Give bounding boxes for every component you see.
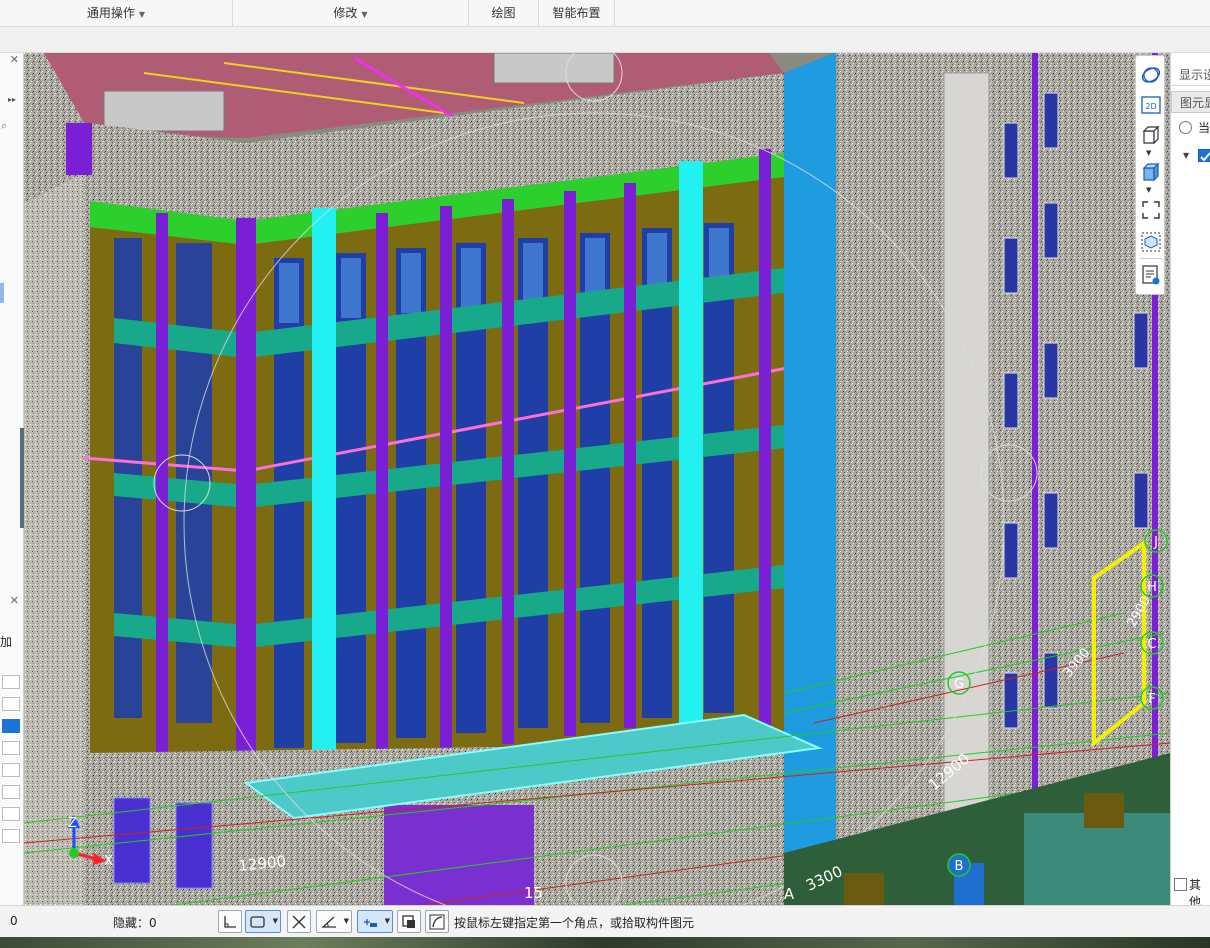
checkbox-checked[interactable] <box>1198 149 1210 162</box>
orthogonal-button[interactable] <box>218 910 242 933</box>
checkbox-other[interactable] <box>1174 878 1187 891</box>
checkbox[interactable] <box>2 785 20 799</box>
grid-bubble-f: F <box>1148 692 1155 707</box>
chevron-down-icon: ▼ <box>361 10 368 19</box>
svg-text:2D: 2D <box>1145 102 1156 111</box>
divider <box>1140 258 1162 259</box>
snap-off-button[interactable] <box>287 910 311 933</box>
grid-bubble-b: B <box>955 859 964 874</box>
display-toggle-button[interactable] <box>397 910 421 933</box>
point-snap-button[interactable]: ▼ <box>357 910 393 933</box>
angle-snap-button[interactable]: ▼ <box>316 910 352 933</box>
chevron-down-icon: ▼ <box>138 10 146 19</box>
grid-bubble-c: C <box>1147 637 1156 652</box>
tab-display-settings[interactable]: 显示设置 <box>1171 64 1210 86</box>
close-icon[interactable]: ✕ <box>10 594 19 607</box>
radio-current[interactable] <box>1179 121 1192 134</box>
arc-draw-button[interactable] <box>425 910 449 933</box>
box-select-icon[interactable] <box>1140 231 1162 253</box>
ribbon-group-general[interactable]: 通用操作 ▼ <box>0 0 233 27</box>
expand-icon[interactable]: ▸▸ <box>8 95 16 104</box>
ribbon-bar: 通用操作 ▼ 修改 ▼ 绘图 智能布置 <box>0 0 1210 27</box>
selection-marker <box>0 283 4 303</box>
close-icon[interactable]: ✕ <box>10 53 19 66</box>
axis-x-label: X <box>104 854 113 869</box>
dimension-text: 15 <box>524 884 543 902</box>
fullscreen-icon[interactable] <box>1140 199 1162 221</box>
select-mode-button[interactable]: ▼ <box>245 910 281 933</box>
os-taskbar <box>0 937 1210 948</box>
status-left-value: 0 <box>10 914 18 928</box>
checkbox[interactable] <box>2 807 20 821</box>
toolbar-strip <box>0 27 1210 53</box>
checkbox[interactable] <box>2 675 20 689</box>
display-settings-icon[interactable] <box>1140 264 1162 286</box>
radio-label: 当 <box>1198 121 1210 135</box>
status-bar: 0 隐藏：0 ▼ ▼ ▼ 按鼠标左键指定第一个角点，或拾取构件图元 <box>0 905 1210 937</box>
chevron-down-icon: ▼ <box>343 917 349 925</box>
3d-view-icon[interactable] <box>1140 124 1162 146</box>
chevron-down-icon: ▼ <box>272 917 278 925</box>
grid-bubble-j: J <box>1153 535 1158 550</box>
checkbox[interactable] <box>2 763 20 777</box>
checkbox-checked[interactable] <box>2 719 20 733</box>
checkbox[interactable] <box>2 829 20 843</box>
tab-element-display[interactable]: 图元显示 <box>1171 91 1210 113</box>
axis-z-label: Z <box>68 816 77 831</box>
chevron-down-icon[interactable]: ▼ <box>1146 149 1151 157</box>
ribbon-group-smart-layout[interactable]: 智能布置 <box>539 0 615 27</box>
partial-label: 加 <box>0 635 13 649</box>
3d-viewport[interactable]: G H C F J B A 12900 3300 12900 15 3900 2… <box>24 53 1170 905</box>
checkbox[interactable] <box>2 741 20 755</box>
ribbon-group-draw[interactable]: 绘图 <box>469 0 539 27</box>
grid-bubble-a: A <box>784 885 795 903</box>
grid-bubble-g: G <box>954 677 964 692</box>
chevron-down-icon: ▼ <box>384 917 390 925</box>
command-prompt: 按鼠标左键指定第一个角点，或拾取构件图元 <box>454 916 695 930</box>
view-navigation-toolbar: 2D ▼ ▼ <box>1135 55 1165 295</box>
checkbox[interactable] <box>2 697 20 711</box>
right-properties-panel: 显示设置 图元显示 当 ▼ 其他 <box>1170 53 1210 909</box>
chevron-down-icon[interactable]: ▼ <box>1146 186 1151 194</box>
left-panel-collapsed: ✕ ▸▸ ⌕ ✕ 加 <box>0 53 24 905</box>
chevron-down-icon[interactable]: ▼ <box>1183 151 1189 160</box>
hidden-count: 隐藏：0 <box>113 916 157 930</box>
grid-bubble-h: H <box>1147 580 1157 595</box>
search-icon[interactable]: ⌕ <box>1 119 7 133</box>
3d-solid-view-icon[interactable] <box>1140 161 1162 183</box>
ribbon-group-modify[interactable]: 修改 ▼ <box>233 0 469 27</box>
dynamic-observe-icon[interactable] <box>1140 64 1162 86</box>
2d-view-icon[interactable]: 2D <box>1140 94 1162 116</box>
